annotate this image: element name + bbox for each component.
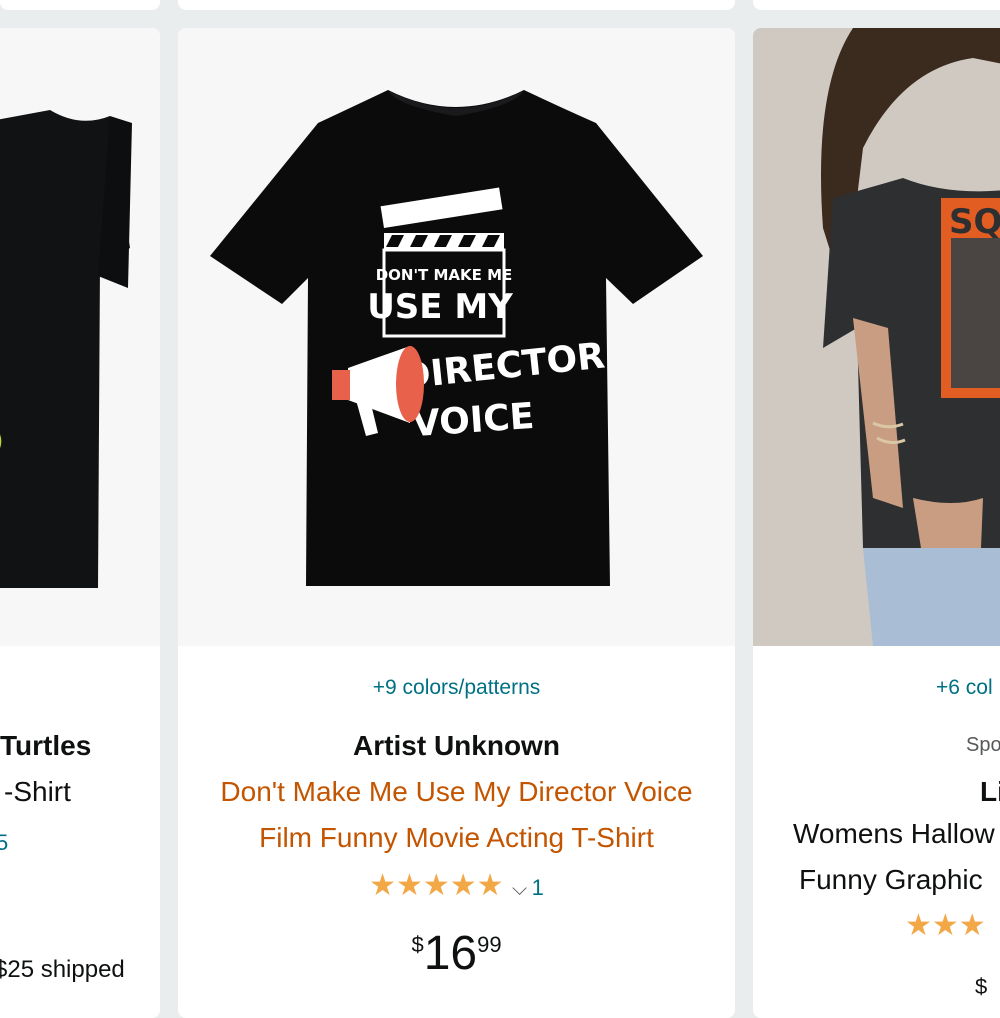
star-rating-icon[interactable]: ★★★★★ (369, 869, 503, 902)
product-title-line[interactable]: Womens Hallow (793, 818, 995, 850)
shipping-text: $25 shipped (0, 956, 125, 983)
rating-row[interactable]: ★★★★★ ⌵ 1 (178, 868, 735, 903)
product-image[interactable]: SQ (753, 28, 1000, 646)
price[interactable]: $1699 (178, 926, 735, 981)
shirt-text-line: VOICE (411, 396, 536, 445)
tshirt-image (0, 110, 132, 588)
product-card[interactable]: DON'T MAKE ME USE MY DIRECTOR VOICE +9 c… (178, 28, 735, 1018)
price-whole: 16 (423, 927, 478, 980)
rating-count[interactable]: 1 (532, 875, 544, 900)
product-title-line[interactable]: Turtles (0, 730, 91, 762)
product-card[interactable]: SQ +6 col Spo Li Womens Hallow Funny Gra… (753, 28, 1000, 1018)
product-image[interactable] (0, 28, 160, 646)
model-photo: SQ (753, 28, 1000, 646)
product-title-line[interactable]: Film Funny Movie Acting T-Shirt (178, 822, 735, 854)
card-top-edge (178, 0, 735, 10)
product-title-line[interactable]: Don't Make Me Use My Director Voice (178, 776, 735, 808)
rating-count[interactable]: 5 (0, 830, 8, 856)
product-title-line[interactable]: -Shirt (4, 776, 71, 808)
product-card[interactable]: Turtles -Shirt 5 $25 shipped (0, 28, 160, 1018)
shirt-print-text: SQ (949, 202, 1000, 242)
brand-name[interactable]: Spo (966, 734, 1000, 757)
price-fraction: 99 (477, 932, 502, 957)
color-options-link[interactable]: +9 colors/patterns (178, 676, 735, 700)
shirt-text-line: USE MY (367, 287, 513, 327)
brand-name[interactable]: Artist Unknown (178, 730, 735, 762)
card-top-edge (0, 0, 160, 10)
star-rating-icon[interactable]: ★★★ (905, 908, 986, 943)
card-top-edge (753, 0, 1000, 10)
product-title-line[interactable]: Funny Graphic (799, 864, 983, 896)
chevron-down-icon[interactable]: ⌵ (512, 878, 527, 900)
tshirt-image: DON'T MAKE ME USE MY DIRECTOR VOICE (210, 90, 703, 586)
price-symbol: $ (411, 932, 424, 957)
price[interactable]: $ (975, 968, 987, 999)
shirt-text-line: DON'T MAKE ME (376, 266, 513, 284)
color-options-link[interactable]: +6 col (936, 676, 993, 700)
product-title-line[interactable]: Li (980, 776, 1000, 808)
product-image[interactable]: DON'T MAKE ME USE MY DIRECTOR VOICE (178, 28, 735, 646)
price-symbol: $ (975, 974, 988, 999)
